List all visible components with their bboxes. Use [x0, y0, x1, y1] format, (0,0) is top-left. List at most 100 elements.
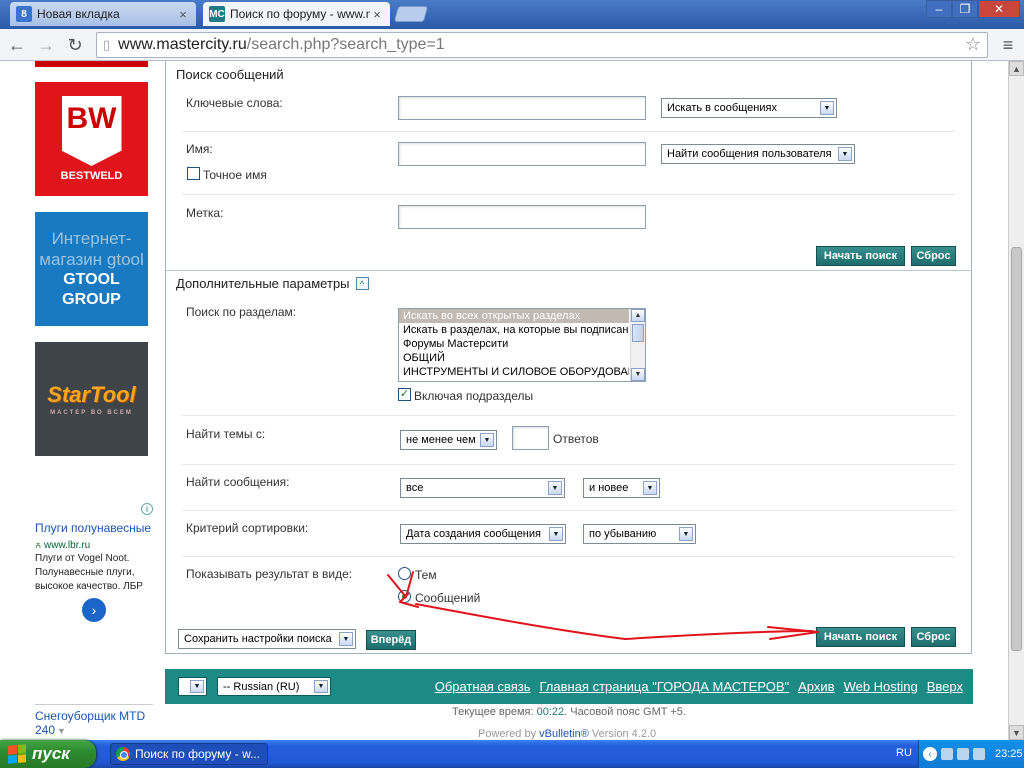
startool-logo: StarTool [47, 382, 136, 407]
forum-option[interactable]: ОБЩИЙ [399, 351, 629, 365]
caret-down-icon: ▼ [57, 726, 66, 736]
keywords-input[interactable] [398, 96, 646, 120]
style-select[interactable]: ▼ [178, 677, 207, 696]
page-scrollbar[interactable]: ▲ ▼ [1008, 61, 1024, 740]
name-scope-select[interactable]: Найти сообщения пользователя ▼ [661, 144, 855, 164]
language-indicator[interactable]: RU [896, 747, 912, 759]
forums-listbox[interactable]: Искать во всех открытых разделах Искать … [398, 308, 646, 382]
threads-mode-select[interactable]: не менее чем ▼ [400, 430, 497, 450]
select-value: по убыванию [589, 528, 657, 540]
ad-bestweld[interactable]: BW BESTWELD [35, 82, 148, 196]
forum-option[interactable]: Форумы Мастерсити [399, 337, 629, 351]
save-prefs-select[interactable]: Сохранить настройки поиска ▼ [178, 629, 356, 649]
username-input[interactable] [398, 142, 646, 166]
footer-link-home[interactable]: Главная страница "ГОРОДА МАСТЕРОВ" [539, 679, 789, 694]
select-value: -- Russian (RU) [223, 680, 300, 693]
taskbar-item-chrome[interactable]: Поиск по форуму - w... [110, 743, 268, 765]
update-icon[interactable] [973, 748, 985, 760]
exact-name-label[interactable]: Точное имя [203, 168, 267, 182]
include-subforums-label[interactable]: Включая подразделы [414, 389, 533, 403]
chevron-down-icon: ▼ [679, 527, 693, 541]
tray-expand-icon[interactable]: ‹ [923, 747, 937, 761]
scroll-up-icon[interactable]: ▲ [1009, 61, 1024, 76]
keywords-scope-select[interactable]: Искать в сообщениях ▼ [661, 98, 837, 118]
vbulletin-link[interactable]: vBulletin® [539, 728, 589, 740]
time-suffix: . Часовой пояс GMT +5. [564, 706, 686, 718]
chevron-down-icon: ▼ [314, 680, 328, 693]
sidebar-link-snowblower[interactable]: Снегоуборщик MTD 240 ▼ [35, 709, 153, 738]
star-icon[interactable]: ☆ [965, 34, 981, 55]
google-icon: 8 [16, 6, 32, 22]
address-bar[interactable]: ▯ www.mastercity.ru/search.php?search_ty… [96, 32, 988, 58]
chevron-down-icon: ▼ [549, 527, 563, 541]
ad-info-icon[interactable]: i [141, 503, 153, 515]
show-as-posts-radio[interactable] [398, 590, 411, 603]
new-tab-button[interactable] [393, 6, 429, 22]
footer-link-top[interactable]: Вверх [927, 679, 963, 694]
start-label: пуск [32, 744, 70, 763]
chevron-up-icon[interactable]: ▲ [631, 309, 645, 322]
minimize-button[interactable]: – [926, 0, 952, 18]
reload-icon[interactable]: ↻ [63, 33, 87, 57]
close-icon[interactable]: × [370, 7, 384, 22]
close-window-button[interactable]: ✕ [978, 0, 1020, 18]
forum-option[interactable]: Искать в разделах, на которые вы подписа… [399, 323, 629, 337]
reset-button-top[interactable]: Сброс [911, 246, 956, 266]
reset-button-bottom[interactable]: Сброс [911, 627, 956, 647]
language-select[interactable]: -- Russian (RU) ▼ [217, 677, 331, 696]
row-separator [182, 194, 955, 195]
menu-icon[interactable]: ≡ [996, 33, 1020, 57]
listbox-scrollbar[interactable]: ▲ ▼ [630, 309, 645, 381]
show-as-threads-radio[interactable] [398, 567, 411, 580]
text-ad-title[interactable]: Плуги полунавесные [35, 521, 151, 535]
ad-startool[interactable]: StarTool МАСТЕР ВО ВСЕМ [35, 342, 148, 456]
posts-direction-select[interactable]: и новее ▼ [583, 478, 660, 498]
chrome-icon [116, 747, 130, 761]
tag-input[interactable] [398, 205, 646, 229]
listbox-scroll-thumb[interactable] [632, 324, 644, 342]
sort-field-select[interactable]: Дата создания сообщения ▼ [400, 524, 566, 544]
scroll-thumb[interactable] [1011, 247, 1022, 651]
ad-banner-top[interactable] [35, 61, 148, 67]
scroll-down-icon[interactable]: ▼ [1009, 725, 1024, 740]
include-subforums-checkbox[interactable]: ✓ [398, 388, 411, 401]
show-as-threads-label[interactable]: Тем [415, 568, 437, 582]
network-icon[interactable] [941, 748, 953, 760]
chevron-down-icon: ▼ [838, 147, 852, 161]
maximize-button[interactable]: ❐ [952, 0, 978, 18]
forward-icon[interactable]: → [34, 33, 58, 57]
footer-link-archive[interactable]: Архив [798, 679, 834, 694]
tab-new-tab[interactable]: 8 Новая вкладка × [10, 2, 196, 26]
leaf-icon: ꙉ [35, 540, 45, 551]
sort-order-select[interactable]: по убыванию ▼ [583, 524, 696, 544]
collapse-icon[interactable]: ^ [355, 277, 369, 290]
close-icon[interactable]: × [176, 7, 190, 22]
footer-link-hosting[interactable]: Web Hosting [844, 679, 918, 694]
start-button[interactable]: пуск [0, 740, 96, 768]
arrow-right-icon[interactable]: › [82, 598, 106, 622]
select-value: Дата создания сообщения [406, 528, 541, 540]
search-button-bottom[interactable]: Начать поиск [816, 627, 905, 647]
bestweld-logo: BW [61, 96, 122, 166]
time-prefix: Текущее время: [452, 706, 537, 718]
go-button[interactable]: Вперёд [366, 630, 416, 650]
section-title-advanced: Дополнительные параметры ^ [176, 276, 369, 291]
show-as-posts-label[interactable]: Сообщений [415, 591, 480, 605]
search-button-top[interactable]: Начать поиск [816, 246, 905, 266]
chevron-down-icon[interactable]: ▼ [631, 368, 645, 381]
row-separator [182, 556, 955, 557]
text-ad-url[interactable]: ꙉ www.lbr.ru [35, 537, 90, 551]
forum-option[interactable]: ИНСТРУМЕНТЫ И СИЛОВОЕ ОБОРУДОВАНИЕ [399, 365, 629, 379]
posts-period-select[interactable]: все ▼ [400, 478, 565, 498]
ad-gtool[interactable]: Интернет-магазин gtool GTOOL GROUP [35, 212, 148, 326]
sidebar-divider [35, 704, 153, 705]
footer-link-feedback[interactable]: Обратная связь [435, 679, 531, 694]
footer-links: Обратная связь Главная страница "ГОРОДА … [435, 679, 963, 694]
exact-name-checkbox[interactable] [187, 167, 200, 180]
tag-label: Метка: [186, 206, 224, 220]
forum-option[interactable]: Искать во всех открытых разделах [399, 309, 629, 323]
replies-count-input[interactable] [512, 426, 549, 450]
tab-forum-search[interactable]: MC Поиск по форуму - www.ma × [203, 2, 390, 26]
back-icon[interactable]: ← [5, 33, 29, 57]
volume-icon[interactable] [957, 748, 969, 760]
